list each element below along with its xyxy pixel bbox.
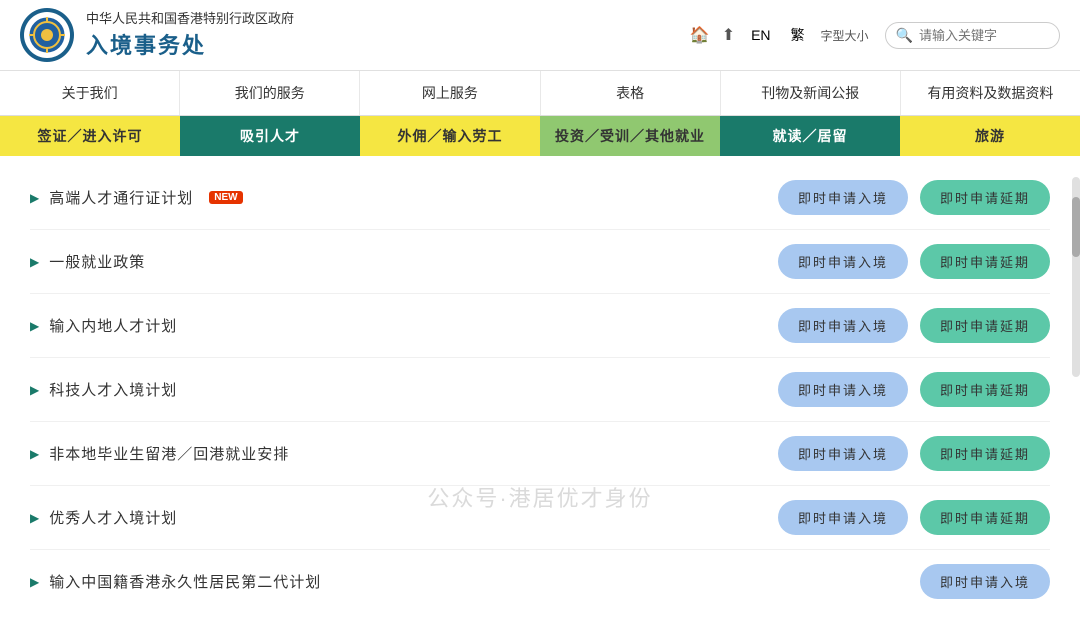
- font-size-btn[interactable]: 字型大小: [821, 27, 869, 44]
- btn-apply-0[interactable]: 即时申请入境: [778, 180, 908, 215]
- arrow-icon-0: ▶: [30, 191, 39, 205]
- list-item-left-5: ▶ 优秀人才入境计划: [30, 507, 778, 528]
- list-actions-4: 即时申请入境即时申请延期: [778, 436, 1050, 471]
- list-row-4: ▶ 非本地毕业生留港／回港就业安排 即时申请入境即时申请延期: [30, 422, 1050, 486]
- lang-en-btn[interactable]: EN: [747, 25, 774, 45]
- list-actions-5: 即时申请入境即时申请延期: [778, 500, 1050, 535]
- scrollbar[interactable]: [1072, 177, 1080, 377]
- header-right: 🏠 ⬆ EN 繁 字型大小 🔍: [690, 22, 1060, 49]
- header-icons: 🏠 ⬆ EN 繁 字型大小: [690, 23, 869, 47]
- main-nav-item-0[interactable]: 关于我们: [0, 71, 180, 115]
- list-actions-0: 即时申请入境即时申请延期: [778, 180, 1050, 215]
- arrow-icon-1: ▶: [30, 255, 39, 269]
- list-item-left-4: ▶ 非本地毕业生留港／回港就业安排: [30, 443, 778, 464]
- sub-nav-item-0[interactable]: 签证／进入许可: [0, 116, 180, 156]
- item-label-2[interactable]: 输入内地人才计划: [49, 315, 177, 336]
- btn-extend-3[interactable]: 即时申请延期: [920, 372, 1050, 407]
- share-icon[interactable]: ⬆: [722, 25, 735, 45]
- list-row-1: ▶ 一般就业政策 即时申请入境即时申请延期: [30, 230, 1050, 294]
- sub-nav: 签证／进入许可吸引人才外佣／输入劳工投资／受训／其他就业就读／居留旅游: [0, 116, 1080, 156]
- sub-nav-item-3[interactable]: 投资／受训／其他就业: [540, 116, 720, 156]
- list-row-0: ▶ 高端人才通行证计划 NEW 即时申请入境即时申请延期: [30, 166, 1050, 230]
- list-row-2: ▶ 输入内地人才计划 即时申请入境即时申请延期: [30, 294, 1050, 358]
- dept-name: 入境事务处: [86, 28, 294, 60]
- main-nav: 关于我们我们的服务网上服务表格刊物及新闻公报有用资料及数据资料: [0, 71, 1080, 116]
- arrow-icon-2: ▶: [30, 319, 39, 333]
- item-label-5[interactable]: 优秀人才入境计划: [49, 507, 177, 528]
- sub-nav-item-4[interactable]: 就读／居留: [720, 116, 900, 156]
- header-left: 中华人民共和国香港特别行政区政府 入境事务处: [20, 8, 294, 62]
- list-actions-1: 即时申请入境即时申请延期: [778, 244, 1050, 279]
- header: 中华人民共和国香港特别行政区政府 入境事务处 🏠 ⬆ EN 繁 字型大小 🔍: [0, 0, 1080, 71]
- lang-tc-btn[interactable]: 繁: [787, 23, 809, 47]
- arrow-icon-4: ▶: [30, 447, 39, 461]
- btn-apply-5[interactable]: 即时申请入境: [778, 500, 908, 535]
- item-label-0[interactable]: 高端人才通行证计划: [49, 187, 193, 208]
- list-row-3: ▶ 科技人才入境计划 即时申请入境即时申请延期: [30, 358, 1050, 422]
- list-row-6: ▶ 输入中国籍香港永久性居民第二代计划 即时申请入境: [30, 550, 1050, 613]
- btn-extend-0[interactable]: 即时申请延期: [920, 180, 1050, 215]
- item-label-3[interactable]: 科技人才入境计划: [49, 379, 177, 400]
- item-label-1[interactable]: 一般就业政策: [49, 251, 145, 272]
- list-row-5: ▶ 优秀人才入境计划 即时申请入境即时申请延期: [30, 486, 1050, 550]
- list-actions-2: 即时申请入境即时申请延期: [778, 308, 1050, 343]
- list-item-left-0: ▶ 高端人才通行证计划 NEW: [30, 187, 778, 208]
- btn-extend-4[interactable]: 即时申请延期: [920, 436, 1050, 471]
- sub-nav-item-2[interactable]: 外佣／输入劳工: [360, 116, 540, 156]
- main-nav-item-1[interactable]: 我们的服务: [180, 71, 360, 115]
- list-item-left-6: ▶ 输入中国籍香港永久性居民第二代计划: [30, 571, 920, 592]
- search-input[interactable]: [919, 28, 1049, 43]
- btn-apply-1[interactable]: 即时申请入境: [778, 244, 908, 279]
- scroll-thumb[interactable]: [1072, 197, 1080, 257]
- gov-name: 中华人民共和国香港特别行政区政府: [86, 10, 294, 28]
- btn-apply-6[interactable]: 即时申请入境: [920, 564, 1050, 599]
- btn-apply-3[interactable]: 即时申请入境: [778, 372, 908, 407]
- header-title: 中华人民共和国香港特别行政区政府 入境事务处: [86, 10, 294, 60]
- home-icon[interactable]: 🏠: [690, 25, 710, 45]
- item-label-4[interactable]: 非本地毕业生留港／回港就业安排: [49, 443, 289, 464]
- logo-circle: [20, 8, 74, 62]
- list-item-left-3: ▶ 科技人才入境计划: [30, 379, 778, 400]
- list-actions-6: 即时申请入境: [920, 564, 1050, 599]
- main-nav-item-5[interactable]: 有用资料及数据资料: [901, 71, 1080, 115]
- btn-extend-5[interactable]: 即时申请延期: [920, 500, 1050, 535]
- btn-extend-1[interactable]: 即时申请延期: [920, 244, 1050, 279]
- logo-icon: [24, 12, 70, 58]
- arrow-icon-5: ▶: [30, 511, 39, 525]
- arrow-icon-3: ▶: [30, 383, 39, 397]
- list-item-left-2: ▶ 输入内地人才计划: [30, 315, 778, 336]
- main-nav-item-2[interactable]: 网上服务: [360, 71, 540, 115]
- new-badge-0: NEW: [209, 191, 242, 204]
- item-label-6[interactable]: 输入中国籍香港永久性居民第二代计划: [49, 571, 321, 592]
- arrow-icon-6: ▶: [30, 575, 39, 589]
- main-nav-item-3[interactable]: 表格: [541, 71, 721, 115]
- btn-apply-2[interactable]: 即时申请入境: [778, 308, 908, 343]
- search-bar: 🔍: [885, 22, 1060, 49]
- search-icon: 🔍: [896, 27, 913, 44]
- sub-nav-item-1[interactable]: 吸引人才: [180, 116, 360, 156]
- list-actions-3: 即时申请入境即时申请延期: [778, 372, 1050, 407]
- list-item-left-1: ▶ 一般就业政策: [30, 251, 778, 272]
- main-nav-item-4[interactable]: 刊物及新闻公报: [721, 71, 901, 115]
- btn-apply-4[interactable]: 即时申请入境: [778, 436, 908, 471]
- sub-nav-item-5[interactable]: 旅游: [900, 116, 1080, 156]
- btn-extend-2[interactable]: 即时申请延期: [920, 308, 1050, 343]
